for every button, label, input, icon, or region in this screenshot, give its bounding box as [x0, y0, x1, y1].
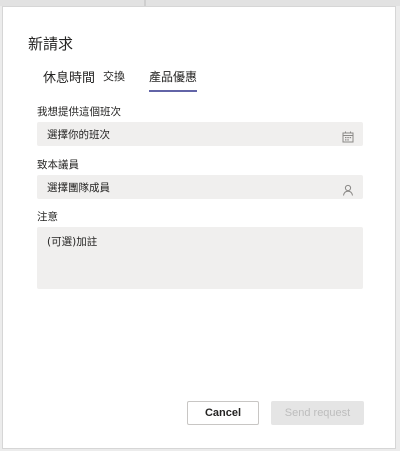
calendar-icon[interactable]: [342, 128, 354, 143]
new-request-dialog: 新請求 休息時間 交換 產品優惠 我想提供這個班次 選擇你的班次 致本議員 選擇…: [2, 6, 396, 449]
person-icon: [342, 181, 354, 196]
request-type-tabs: 休息時間 交換 產品優惠: [3, 67, 395, 93]
tab-time-off-label: 休息時間: [43, 71, 96, 86]
note-label: 注意: [37, 211, 58, 223]
shift-select-value: 選擇你的班次: [47, 129, 110, 141]
tab-swap[interactable]: 交換: [103, 68, 125, 92]
cancel-button[interactable]: Cancel: [187, 401, 259, 425]
member-label: 致本議員: [37, 159, 79, 171]
tab-underline-active: [149, 90, 198, 92]
member-select-value: 選擇團隊成員: [47, 182, 110, 194]
tab-swap-label: 交換: [103, 70, 125, 83]
shift-label: 我想提供這個班次: [37, 106, 121, 118]
tab-offer[interactable]: 產品優惠: [149, 68, 198, 92]
tab-time-off[interactable]: 休息時間: [43, 67, 95, 91]
note-textarea[interactable]: (可選)加註: [37, 227, 363, 289]
shift-select[interactable]: 選擇你的班次: [37, 122, 363, 146]
tab-offer-label: 產品優惠: [149, 70, 198, 84]
note-placeholder: (可選)加註: [47, 236, 98, 248]
dialog-title: 新請求: [28, 35, 74, 53]
send-request-button[interactable]: Send request: [271, 401, 364, 425]
member-select[interactable]: 選擇團隊成員: [37, 175, 363, 199]
